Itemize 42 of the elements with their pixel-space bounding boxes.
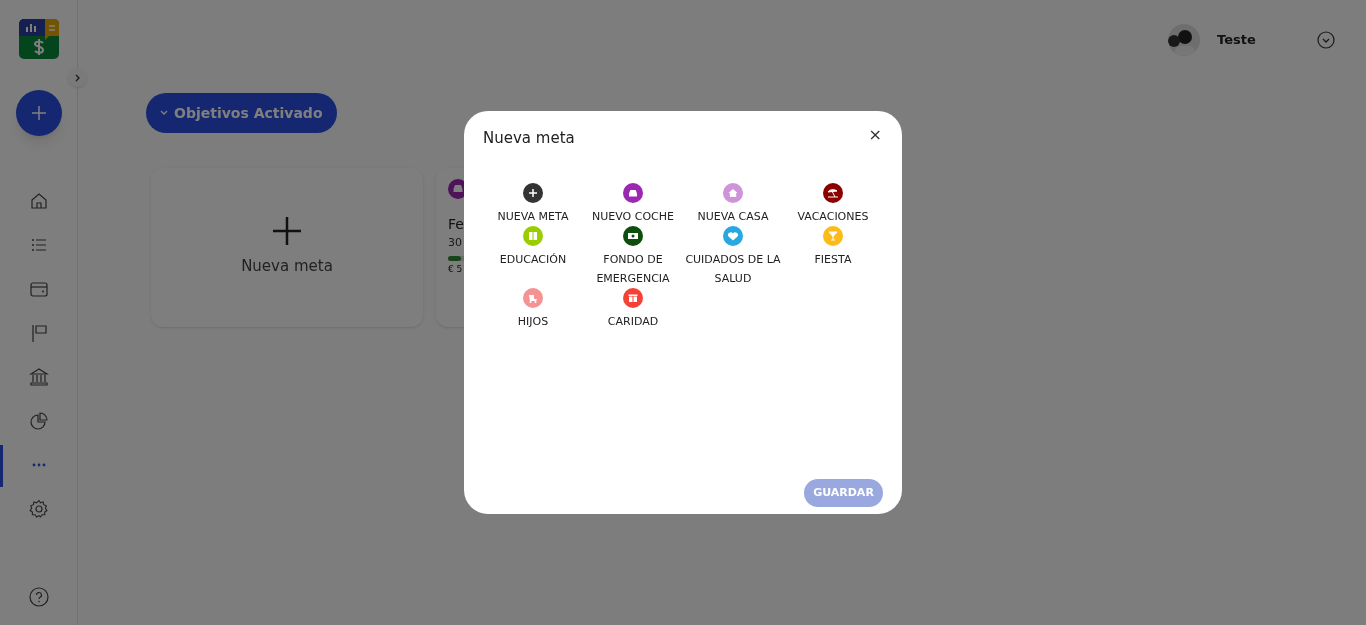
goal-subtitle: 30 — [448, 235, 462, 251]
book-icon[interactable] — [523, 226, 543, 246]
option-label[interactable]: FIESTA — [785, 250, 881, 269]
house-icon[interactable] — [723, 183, 743, 203]
settings-icon[interactable] — [28, 499, 49, 519]
option-label[interactable]: EDUCACIÓN — [485, 250, 581, 269]
collapse-toggle[interactable] — [68, 68, 87, 87]
chevron-down-icon — [160, 110, 168, 116]
option-label[interactable]: HIJOS — [485, 312, 581, 331]
card-label: Nueva meta — [241, 256, 333, 278]
chevron-right-icon — [74, 73, 81, 82]
bank-icon[interactable] — [28, 367, 49, 387]
option-label[interactable]: NUEVO COCHE — [585, 207, 681, 226]
dialog-title: Nueva meta — [483, 128, 575, 149]
option-label[interactable]: FONDO DE EMERGENCIA — [585, 250, 681, 288]
option-label[interactable]: CUIDADOS DE LA SALUD — [685, 250, 781, 288]
add-button[interactable] — [15, 90, 62, 136]
wallet-icon[interactable] — [28, 279, 49, 299]
new-goal-card[interactable]: Nueva meta — [151, 168, 423, 327]
option-label[interactable]: VACACIONES — [785, 207, 881, 226]
banknote-icon[interactable] — [623, 226, 643, 246]
option-label[interactable]: NUEVA CASA — [685, 207, 781, 226]
gift-icon[interactable] — [623, 288, 643, 308]
selection-indicator — [0, 445, 3, 487]
goal-amount: € 5 — [448, 262, 463, 276]
plus-icon — [31, 106, 46, 120]
home-icon[interactable] — [28, 191, 49, 211]
option-label[interactable]: CARIDAD — [585, 312, 681, 331]
close-button[interactable]: × — [868, 126, 882, 144]
plus-icon — [273, 217, 301, 246]
dropdown-icon[interactable] — [1317, 31, 1335, 49]
car-icon[interactable] — [623, 183, 643, 203]
goal-title: Fe — [448, 215, 464, 234]
pie-chart-icon[interactable] — [28, 411, 49, 431]
help-icon[interactable] — [28, 587, 49, 607]
avatar — [1168, 24, 1200, 56]
option-label[interactable]: NUEVA META — [485, 207, 581, 226]
app-logo — [18, 19, 59, 59]
user-name: Teste — [1217, 31, 1257, 50]
stroller-icon[interactable] — [523, 288, 543, 308]
plus-icon[interactable] — [523, 183, 543, 203]
umbrella-icon[interactable] — [823, 183, 843, 203]
